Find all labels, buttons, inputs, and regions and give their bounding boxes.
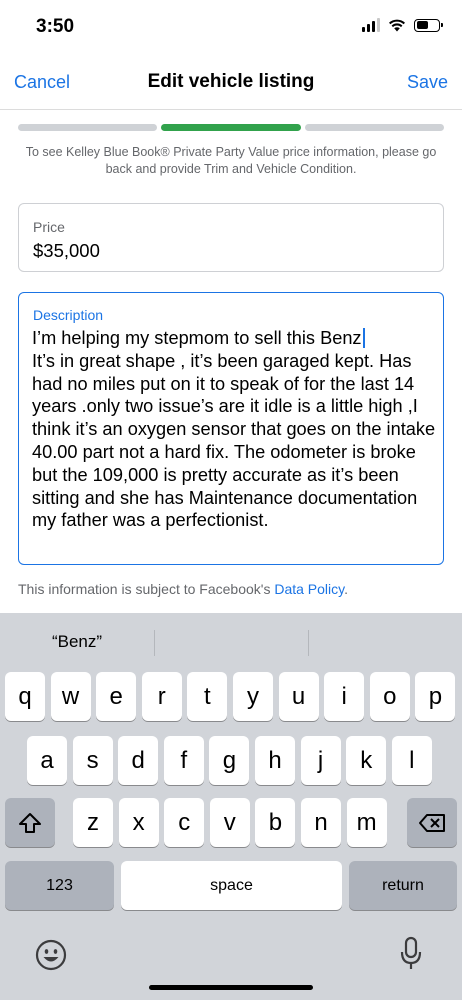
key-d[interactable]: d — [118, 736, 159, 785]
policy-text: This information is subject to Facebook'… — [18, 581, 275, 597]
data-policy-notice: This information is subject to Facebook'… — [18, 581, 348, 597]
text-cursor — [362, 328, 365, 348]
page-title: Edit vehicle listing — [147, 71, 315, 92]
key-f[interactable]: f — [163, 736, 204, 785]
emoji-icon[interactable] — [35, 939, 67, 971]
suggestion-2[interactable] — [154, 613, 308, 671]
home-indicator — [149, 985, 313, 990]
key-i[interactable]: i — [324, 672, 365, 721]
key-t[interactable]: t — [187, 672, 228, 721]
space-key[interactable]: space — [121, 861, 342, 910]
key-u[interactable]: u — [278, 672, 319, 721]
status-time: 3:50 — [36, 16, 75, 37]
key-w[interactable]: w — [50, 672, 91, 721]
key-r[interactable]: r — [141, 672, 182, 721]
key-q[interactable]: q — [5, 672, 45, 721]
key-s[interactable]: s — [72, 736, 113, 785]
progress-step-2 — [161, 124, 301, 131]
key-l[interactable]: l — [391, 736, 432, 785]
price-label: Price — [33, 219, 65, 235]
description-label: Description — [33, 307, 104, 323]
key-j[interactable]: j — [300, 736, 341, 785]
save-button[interactable]: Save — [407, 72, 448, 93]
progress-step-3 — [304, 124, 444, 131]
status-bar: 3:50 — [0, 0, 462, 52]
numbers-key[interactable]: 123 — [5, 861, 114, 910]
suggestion-3[interactable] — [308, 613, 462, 671]
key-a[interactable]: a — [27, 736, 67, 785]
key-v[interactable]: v — [209, 798, 250, 847]
step-progress — [18, 124, 444, 131]
backspace-icon — [419, 813, 445, 832]
keyboard: “Benz” q w e r t y u i o p a s d f g h j k l z x c v b n m 123 spac… — [0, 613, 462, 1000]
key-z[interactable]: z — [73, 798, 113, 847]
suggestion-1[interactable]: “Benz” — [0, 613, 154, 671]
suggestion-bar: “Benz” — [0, 613, 462, 671]
key-h[interactable]: h — [255, 736, 295, 785]
wifi-icon — [389, 19, 405, 32]
data-policy-link[interactable]: Data Policy — [274, 581, 344, 597]
key-c[interactable]: c — [164, 798, 205, 847]
shift-icon — [19, 812, 41, 833]
microphone-icon[interactable] — [400, 936, 422, 972]
key-k[interactable]: k — [346, 736, 387, 785]
key-y[interactable]: y — [233, 672, 273, 721]
cellular-signal-icon — [362, 18, 380, 32]
delete-key[interactable] — [407, 798, 457, 847]
key-n[interactable]: n — [301, 798, 341, 847]
shift-key[interactable] — [5, 798, 55, 847]
status-icons — [362, 18, 443, 32]
description-textarea[interactable]: I’m helping my stepmom to sell this Benz… — [32, 327, 436, 532]
key-x[interactable]: x — [118, 798, 159, 847]
key-e[interactable]: e — [96, 672, 137, 721]
kbb-info-text: To see Kelley Blue Book® Private Party V… — [25, 145, 437, 176]
price-input[interactable]: $35,000 — [33, 240, 100, 262]
key-g[interactable]: g — [209, 736, 250, 785]
key-m[interactable]: m — [346, 798, 387, 847]
key-o[interactable]: o — [369, 672, 410, 721]
key-p[interactable]: p — [415, 672, 456, 721]
progress-step-1 — [18, 124, 158, 131]
policy-end: . — [344, 581, 349, 597]
price-field[interactable]: Price $35,000 — [18, 203, 444, 272]
description-field[interactable]: Description I’m helping my stepmom to se… — [18, 292, 444, 565]
nav-bar: Cancel Edit vehicle listing Save — [0, 58, 462, 110]
battery-icon — [414, 18, 443, 32]
key-b[interactable]: b — [255, 798, 296, 847]
return-key[interactable]: return — [349, 861, 457, 910]
